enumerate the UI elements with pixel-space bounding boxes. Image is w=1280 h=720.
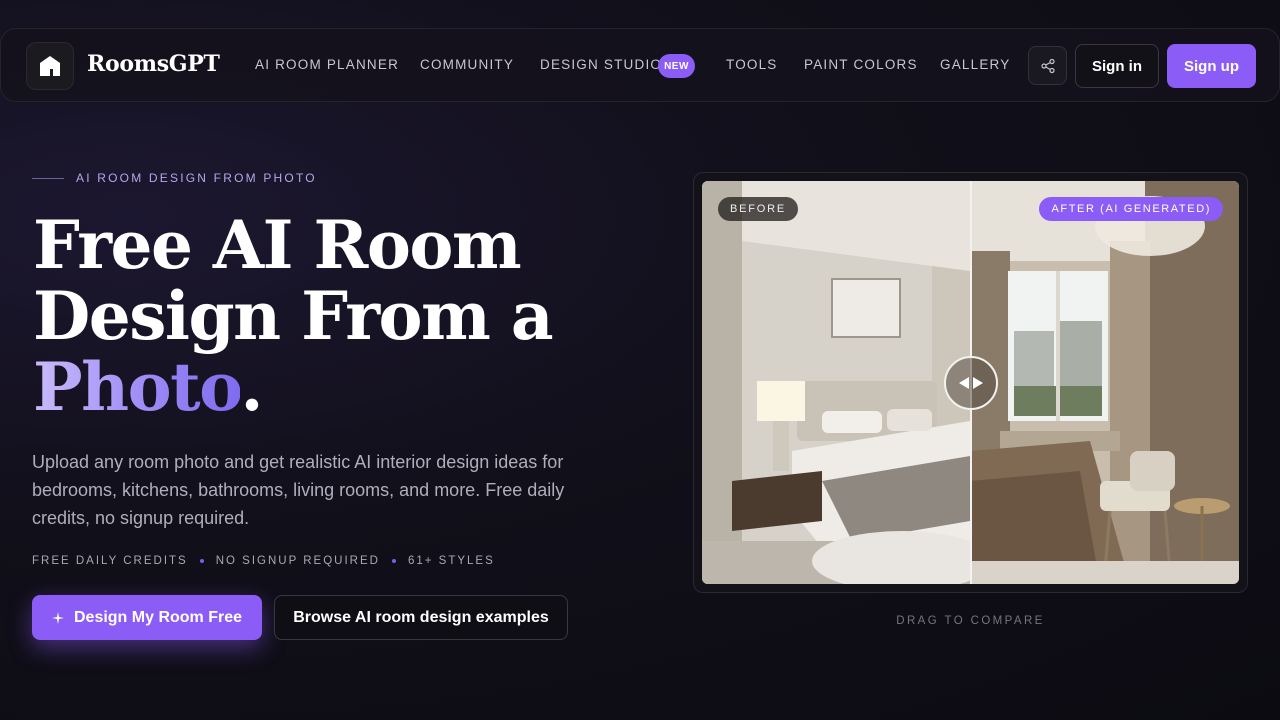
- hero-eyebrow: AI ROOM DESIGN FROM PHOTO: [76, 171, 317, 185]
- brand-name[interactable]: RoomsGPT: [87, 51, 220, 77]
- arrow-left-icon: [959, 377, 969, 389]
- headline-accent: Photo: [33, 348, 242, 426]
- design-my-room-button[interactable]: Design My Room Free: [32, 595, 262, 640]
- feature-item: NO SIGNUP REQUIRED: [215, 555, 380, 567]
- before-room-illustration: [702, 181, 970, 584]
- nav-design-studio[interactable]: DESIGN STUDIO: [540, 57, 662, 72]
- bullet-dot: [391, 559, 396, 563]
- hero-headline: Free AI Room Design From a Photo.: [33, 210, 593, 423]
- after-room-illustration: [970, 181, 1239, 584]
- after-label: AFTER (AI GENERATED): [1039, 197, 1223, 221]
- design-my-room-label: Design My Room Free: [73, 608, 243, 626]
- before-label: BEFORE: [718, 197, 799, 221]
- feature-item: FREE DAILY CREDITS: [32, 555, 188, 567]
- feature-list: FREE DAILY CREDITS NO SIGNUP REQUIRED 61…: [32, 555, 495, 567]
- sign-up-button[interactable]: Sign up: [1167, 44, 1256, 88]
- top-navbar: RoomsGPT AI ROOM PLANNER COMMUNITY DESIG…: [0, 28, 1280, 102]
- new-badge: NEW: [658, 54, 695, 78]
- after-image: AFTER (AI GENERATED): [970, 181, 1239, 584]
- headline-line-1: Free AI Room: [33, 206, 522, 284]
- arrow-right-icon: [973, 377, 983, 389]
- compare-drag-handle[interactable]: [944, 356, 998, 410]
- nav-community[interactable]: COMMUNITY: [420, 57, 514, 72]
- headline-period: .: [240, 348, 263, 426]
- before-image: BEFORE: [702, 181, 970, 584]
- headline-line-2: Design From a: [33, 277, 554, 355]
- house-icon: [40, 56, 60, 76]
- nav-ai-room-planner[interactable]: AI ROOM PLANNER: [255, 57, 399, 72]
- nav-paint-colors[interactable]: PAINT COLORS: [804, 57, 918, 72]
- drag-to-compare-hint: DRAG TO COMPARE: [896, 615, 1045, 627]
- share-icon: [1040, 58, 1055, 73]
- nav-gallery[interactable]: GALLERY: [940, 57, 1010, 72]
- logo[interactable]: [26, 42, 74, 90]
- feature-item: 61+ STYLES: [407, 555, 495, 567]
- sparkle-icon: [51, 611, 64, 624]
- hero-subtext: Upload any room photo and get realistic …: [32, 452, 565, 528]
- bullet-dot: [199, 559, 204, 563]
- sign-in-button[interactable]: Sign in: [1075, 44, 1159, 88]
- compare-viewport[interactable]: BEFORE AFTER (AI GENERATED): [702, 181, 1239, 584]
- browse-examples-button[interactable]: Browse AI room design examples: [274, 595, 568, 640]
- eyebrow-rule: [32, 178, 64, 179]
- nav-tools[interactable]: TOOLS: [726, 57, 778, 72]
- share-button[interactable]: [1028, 46, 1067, 85]
- before-after-compare: BEFORE AFTER (AI GENERATED): [693, 172, 1248, 593]
